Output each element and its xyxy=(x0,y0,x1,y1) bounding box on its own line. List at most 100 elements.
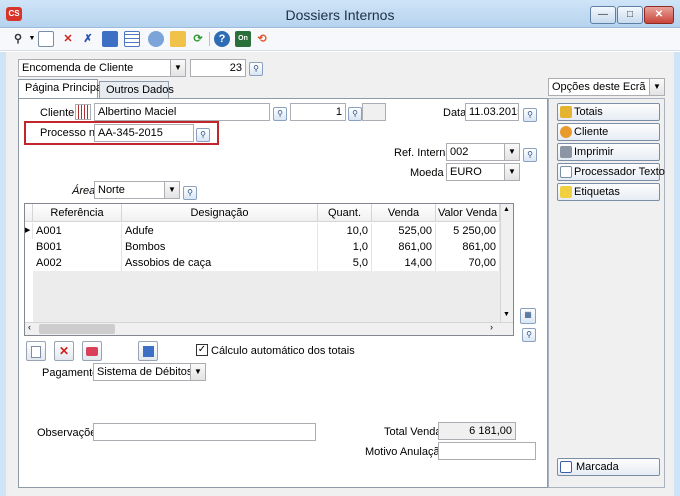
preview-icon[interactable] xyxy=(148,31,164,47)
cliente-number-field[interactable]: 1 xyxy=(290,103,346,121)
client-card-icon[interactable] xyxy=(75,104,91,120)
help-icon[interactable]: ? xyxy=(214,31,230,47)
new-document-icon[interactable] xyxy=(38,31,54,47)
erase-line-button[interactable] xyxy=(82,341,102,361)
column-header-referencia[interactable]: Referência xyxy=(33,204,122,222)
processador-texto-button[interactable]: Processador Texto xyxy=(557,163,665,181)
imprimir-button[interactable]: Imprimir xyxy=(557,143,660,161)
cell-referencia[interactable]: B001 xyxy=(33,239,122,255)
cliente-number-search-icon[interactable]: ⚲ xyxy=(348,107,362,121)
cell-designacao[interactable]: Bombos xyxy=(122,239,318,255)
motivo-field[interactable] xyxy=(438,442,536,460)
doc-type-value: Encomenda de Cliente xyxy=(22,62,134,74)
table-row[interactable]: B001 Bombos 1,0 861,00 861,00 xyxy=(25,239,500,255)
table-row[interactable]: A002 Assobios de caça 5,0 14,00 70,00 xyxy=(25,255,500,271)
cliente-btn-label: Cliente xyxy=(574,126,609,138)
screen-options-select[interactable]: Opções deste Ecrã ▼ xyxy=(548,78,665,96)
cell-quant[interactable]: 5,0 xyxy=(318,255,372,271)
ref-select[interactable]: 002 ▼ xyxy=(446,143,520,161)
column-header-venda[interactable]: Venda xyxy=(372,204,436,222)
delete-icon[interactable]: ✕ xyxy=(60,31,76,47)
cliente-extra-field xyxy=(362,103,386,121)
ref-value: 002 xyxy=(450,146,469,158)
chevron-down-icon[interactable]: ▼ xyxy=(504,144,519,160)
doc-type-select[interactable]: Encomenda de Cliente ▼ xyxy=(18,59,186,77)
cell-designacao[interactable]: Assobios de caça xyxy=(122,255,318,271)
refresh-icon[interactable]: ⟳ xyxy=(190,31,206,47)
items-grid[interactable]: Referência Designação Quant. Venda Valor… xyxy=(24,203,514,336)
scroll-right-icon[interactable]: › xyxy=(490,322,493,332)
maximize-button[interactable]: □ xyxy=(617,6,643,24)
cell-designacao[interactable]: Adufe xyxy=(122,223,318,239)
area-label: Área xyxy=(72,185,96,197)
processo-field[interactable]: AA-345-2015 xyxy=(94,124,194,142)
cliente-field[interactable]: Albertino Maciel xyxy=(94,103,270,121)
chevron-down-icon[interactable]: ▼ xyxy=(190,364,205,380)
observacoes-field[interactable] xyxy=(93,423,316,441)
cell-venda[interactable]: 525,00 xyxy=(372,223,436,239)
scroll-left-icon[interactable]: ‹ xyxy=(28,322,31,332)
calendar-icon[interactable]: ⚲ xyxy=(523,108,537,122)
marcada-button[interactable]: Marcada xyxy=(557,458,660,476)
area-select[interactable]: Norte ▼ xyxy=(94,181,180,199)
chevron-down-icon[interactable]: ▼ xyxy=(649,79,664,95)
properties-icon[interactable] xyxy=(102,31,118,47)
doc-number-field[interactable]: 23 xyxy=(190,59,246,77)
table-icon[interactable] xyxy=(124,31,140,47)
minimize-button[interactable]: — xyxy=(590,6,616,24)
tab-pagina-principal[interactable]: Página Principal xyxy=(18,79,105,99)
processo-search-icon[interactable]: ⚲ xyxy=(196,128,210,142)
printer-icon xyxy=(560,146,572,158)
scroll-thumb[interactable] xyxy=(39,324,115,334)
etiquetas-button[interactable]: Etiquetas xyxy=(557,183,660,201)
scroll-up-icon[interactable]: ▲ xyxy=(503,206,510,213)
pagamento-select[interactable]: Sistema de Débitos Dir ▼ xyxy=(93,363,206,381)
cell-referencia[interactable]: A002 xyxy=(33,255,122,271)
folder-icon[interactable] xyxy=(170,31,186,47)
delete-line-button[interactable]: ✕ xyxy=(54,341,74,361)
new-line-button[interactable] xyxy=(26,341,46,361)
chevron-down-icon[interactable]: ▼ xyxy=(170,60,185,76)
totais-button[interactable]: Totais xyxy=(557,103,660,121)
update-icon[interactable]: ⟲ xyxy=(254,31,270,47)
column-header-valor-venda[interactable]: Valor Venda xyxy=(436,204,500,222)
moeda-select[interactable]: EURO ▼ xyxy=(446,163,520,181)
calc-label: Cálculo automático dos totais xyxy=(211,345,355,357)
ref-search-icon[interactable]: ⚲ xyxy=(523,148,537,162)
cell-valor-venda[interactable]: 5 250,00 xyxy=(436,223,500,239)
calc-checkbox[interactable]: ✓ xyxy=(196,344,208,356)
data-label: Data xyxy=(443,107,467,119)
table-row[interactable]: ▶ A001 Adufe 10,0 525,00 5 250,00 xyxy=(25,223,500,239)
online-icon[interactable]: On xyxy=(235,31,251,47)
data-field[interactable]: 11.03.2015 xyxy=(465,103,519,121)
cell-referencia[interactable]: A001 xyxy=(33,223,122,239)
scroll-down-icon[interactable]: ▼ xyxy=(503,311,510,318)
cell-valor-venda[interactable]: 861,00 xyxy=(436,239,500,255)
cell-venda[interactable]: 14,00 xyxy=(372,255,436,271)
area-search-icon[interactable]: ⚲ xyxy=(183,186,197,200)
delete-icon: ✕ xyxy=(58,344,70,358)
chevron-down-icon[interactable]: ▼ xyxy=(164,182,179,198)
cancel-icon[interactable]: ✗ xyxy=(80,31,96,47)
eraser-icon xyxy=(86,347,98,357)
cell-quant[interactable]: 10,0 xyxy=(318,223,372,239)
doc-search-icon[interactable]: ⚲ xyxy=(249,62,263,76)
cell-valor-venda[interactable]: 70,00 xyxy=(436,255,500,271)
cliente-button[interactable]: Cliente xyxy=(557,123,660,141)
line-properties-button[interactable] xyxy=(138,341,158,361)
pagamento-label: Pagamento xyxy=(42,367,99,379)
grid-options-icon[interactable]: ▦ xyxy=(520,308,536,324)
cell-venda[interactable]: 861,00 xyxy=(372,239,436,255)
tab-outros-dados[interactable]: Outros Dados xyxy=(99,81,174,99)
column-header-quant[interactable]: Quant. xyxy=(318,204,372,222)
chevron-down-icon[interactable]: ▼ xyxy=(504,164,519,180)
vertical-scrollbar[interactable] xyxy=(500,204,513,322)
moeda-label: Moeda xyxy=(410,167,444,179)
column-header-designacao[interactable]: Designação xyxy=(122,204,318,222)
users-icon xyxy=(560,126,572,138)
cliente-search-icon[interactable]: ⚲ xyxy=(273,107,287,121)
close-button[interactable]: ✕ xyxy=(644,6,674,24)
row-marker-icon: ▶ xyxy=(25,223,33,239)
cell-quant[interactable]: 1,0 xyxy=(318,239,372,255)
grid-search-icon[interactable]: ⚲ xyxy=(522,328,536,342)
